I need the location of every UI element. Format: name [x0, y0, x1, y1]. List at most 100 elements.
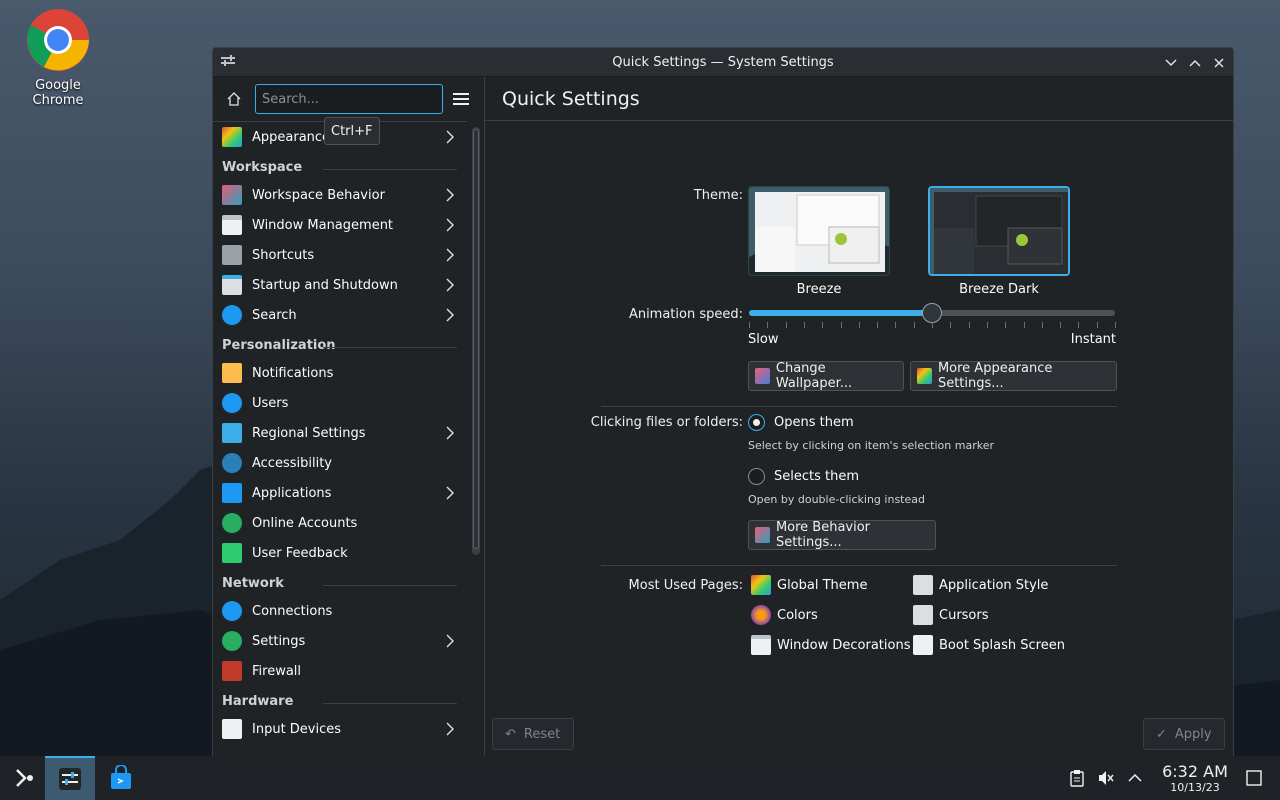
chevron-right-icon — [446, 308, 454, 322]
sidebar-item-search[interactable]: Search — [213, 300, 467, 330]
more-behavior-label: More Behavior Settings... — [775, 520, 871, 550]
hamburger-menu-button[interactable] — [453, 88, 475, 110]
more-appearance-settings-button[interactable]: More Appearance Settings... — [910, 361, 1117, 391]
firewall-icon — [222, 661, 242, 681]
selects-them-label[interactable]: Selects them — [774, 469, 859, 484]
application-launcher-button[interactable] — [0, 756, 50, 800]
workspace-behavior-icon — [222, 185, 242, 205]
sidebar-item-user-feedback[interactable]: User Feedback — [213, 538, 467, 568]
sidebar-item-online-accounts[interactable]: Online Accounts — [213, 508, 467, 538]
change-wallpaper-button[interactable]: Change Wallpaper... — [748, 361, 904, 391]
slider-tick — [1005, 322, 1007, 328]
clipboard-icon[interactable] — [1068, 769, 1086, 787]
taskbar-discover[interactable] — [96, 756, 146, 800]
applications-icon — [222, 483, 242, 503]
apply-button[interactable]: ✓ Apply — [1143, 718, 1225, 750]
window-decorations-link[interactable]: Window Decorations — [751, 634, 911, 656]
sidebar-item-workspace-behavior[interactable]: Workspace Behavior — [213, 180, 467, 210]
more-behavior-settings-button[interactable]: More Behavior Settings... — [748, 520, 936, 550]
search-input[interactable] — [255, 84, 443, 114]
slider-tick — [1115, 322, 1116, 328]
sidebar-item-label: Applications — [252, 485, 332, 501]
clock-date: 10/13/23 — [1170, 781, 1220, 794]
sidebar-item-startup-and-shutdown[interactable]: Startup and Shutdown — [213, 270, 467, 300]
sidebar-item-label: Settings — [252, 633, 306, 649]
accessibility-icon — [222, 453, 242, 473]
sidebar-item-notifications[interactable]: Notifications — [213, 358, 467, 388]
slider-ticks — [749, 322, 1116, 328]
colors-label: Colors — [777, 607, 818, 623]
global-theme-icon — [751, 575, 771, 595]
slider-tick — [913, 322, 915, 328]
sidebar-item-label: Window Management — [252, 217, 394, 233]
close-button[interactable] — [1210, 54, 1228, 72]
checkmark-icon: ✓ — [1156, 726, 1167, 742]
slider-handle[interactable] — [922, 303, 942, 323]
startup-and-shutdown-icon — [222, 275, 242, 295]
global-theme-label: Global Theme — [777, 577, 868, 593]
page-title: Quick Settings — [485, 77, 1233, 121]
sidebar-category-hardware: Hardware — [213, 686, 467, 714]
selects-them-radio[interactable] — [748, 468, 765, 485]
scrollbar-thumb[interactable] — [473, 129, 479, 549]
sidebar-scrollbar[interactable] — [472, 127, 480, 555]
sidebar-item-shortcuts[interactable]: Shortcuts — [213, 240, 467, 270]
theme-breeze-dark-thumbnail[interactable] — [928, 186, 1070, 276]
sidebar-item-firewall[interactable]: Firewall — [213, 656, 467, 686]
minimize-button[interactable] — [1162, 54, 1180, 72]
taskbar-system-settings[interactable] — [45, 756, 95, 800]
main-content: Quick Settings Theme: Breeze Breeze Dark… — [485, 77, 1233, 758]
sidebar-list: Appearance Workspace Workspace Behavior Win… — [213, 121, 467, 758]
home-button[interactable] — [223, 88, 245, 110]
slider-tick — [1078, 322, 1080, 328]
users-icon — [222, 393, 242, 413]
theme-breeze-thumbnail[interactable] — [748, 186, 890, 276]
sidebar-item-connections[interactable]: Connections — [213, 596, 467, 626]
global-theme-link[interactable]: Global Theme — [751, 574, 867, 596]
sidebar-item-regional-settings[interactable]: Regional Settings — [213, 418, 467, 448]
tray-expand-icon[interactable] — [1126, 769, 1144, 787]
slider-tick — [1023, 322, 1025, 328]
sidebar-item-input-devices[interactable]: Input Devices — [213, 714, 467, 744]
slider-tick — [1060, 322, 1062, 328]
colors-icon — [751, 605, 771, 625]
opens-them-label[interactable]: Opens them — [774, 415, 854, 430]
home-icon — [227, 92, 241, 106]
sidebar-item-settings[interactable]: Settings — [213, 626, 467, 656]
boot-splash-screen-link[interactable]: Boot Splash Screen — [913, 634, 1065, 656]
slider-tick — [767, 322, 769, 328]
show-desktop-icon[interactable] — [1245, 769, 1263, 787]
more-appearance-label: More Appearance Settings... — [937, 361, 1053, 391]
digital-clock[interactable]: 6:32 AM 10/13/23 — [1160, 762, 1230, 794]
cursors-link[interactable]: Cursors — [913, 604, 989, 626]
slider-tick — [785, 322, 787, 328]
sidebar-item-label: Input Devices — [252, 721, 342, 737]
appearance-icon — [917, 368, 932, 384]
sidebar-item-users[interactable]: Users — [213, 388, 467, 418]
sidebar-item-label: Accessibility — [252, 455, 332, 471]
colors-link[interactable]: Colors — [751, 604, 818, 626]
desktop-icon-google-chrome[interactable]: Google Chrome — [8, 8, 108, 108]
sidebar-item-applications[interactable]: Applications — [213, 478, 467, 508]
notifications-icon — [222, 363, 242, 383]
opens-them-radio[interactable] — [748, 414, 765, 431]
animation-speed-slider[interactable] — [749, 303, 1115, 323]
sidebar-item-accessibility[interactable]: Accessibility — [213, 448, 467, 478]
maximize-button[interactable] — [1186, 54, 1204, 72]
slider-tick — [932, 322, 933, 328]
volume-muted-icon[interactable] — [1097, 769, 1115, 787]
divider — [601, 565, 1117, 566]
settings-icon — [222, 631, 242, 651]
reset-button[interactable]: ↶ Reset — [492, 718, 574, 750]
titlebar[interactable]: Quick Settings — System Settings — [213, 48, 1233, 77]
application-style-link[interactable]: Application Style — [913, 574, 1048, 596]
taskbar: 6:32 AM 10/13/23 — [0, 756, 1280, 800]
sidebar-header — [213, 77, 484, 121]
sidebar-item-label: Workspace Behavior — [252, 187, 385, 203]
slider-tick — [1096, 322, 1098, 328]
sidebar-category-workspace: Workspace — [213, 152, 467, 180]
sidebar-item-window-management[interactable]: Window Management — [213, 210, 467, 240]
appearance-icon — [222, 127, 242, 147]
sidebar-item-label: Appearance — [252, 129, 331, 145]
slider-tick — [877, 322, 879, 328]
